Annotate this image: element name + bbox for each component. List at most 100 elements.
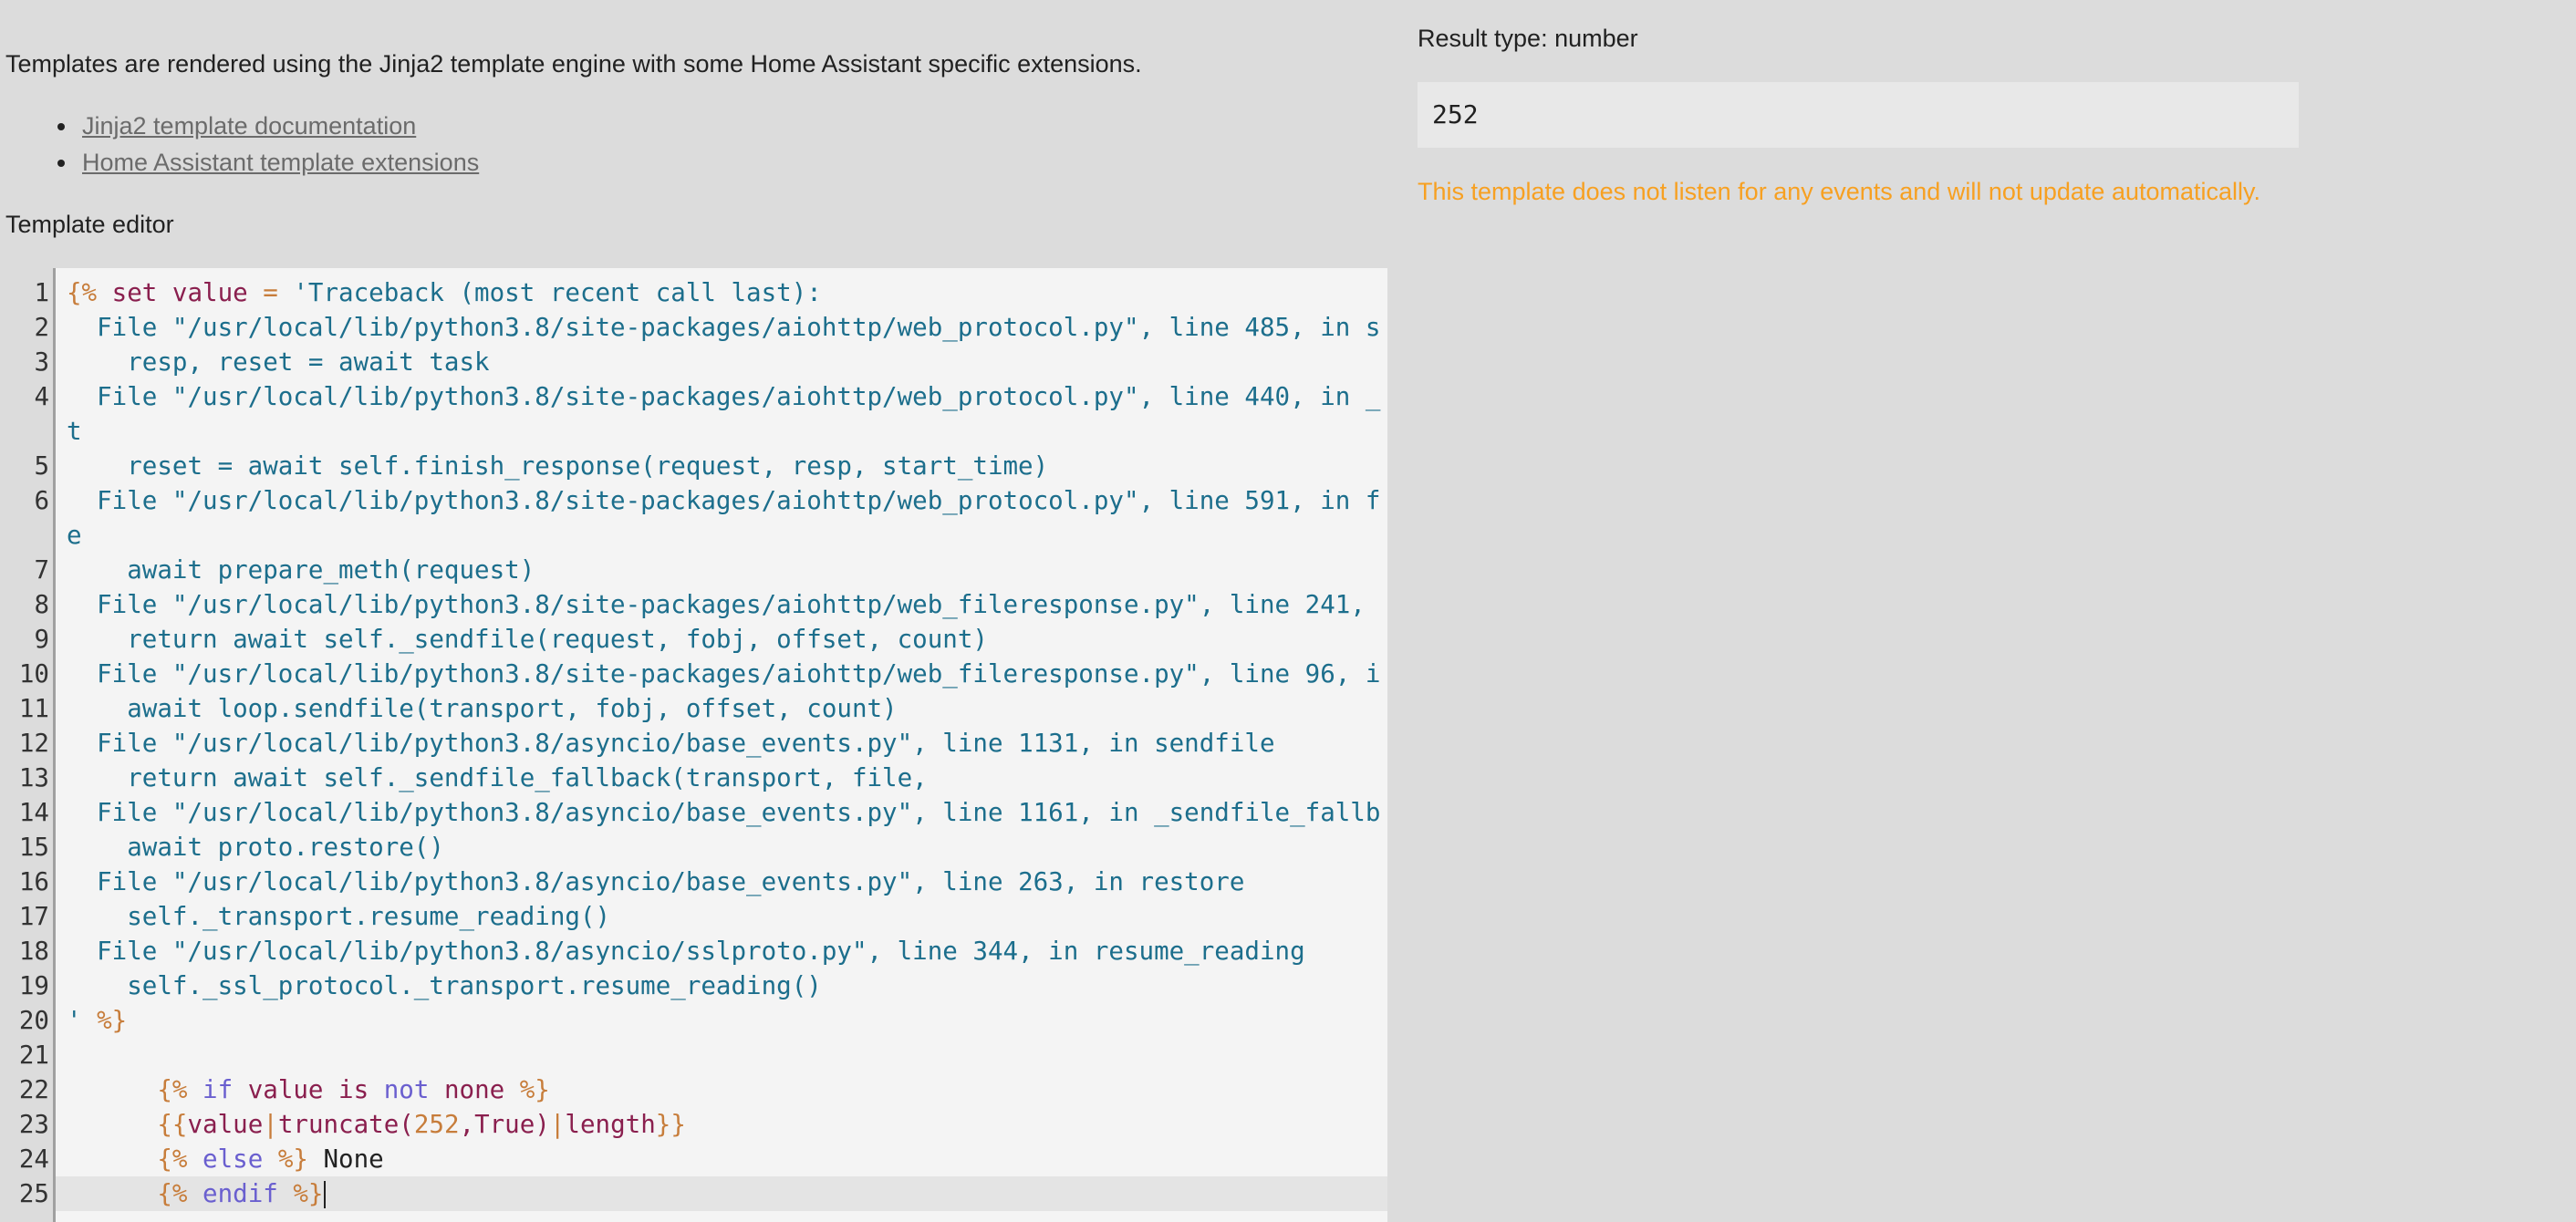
code-token: | (549, 1110, 566, 1139)
code-area[interactable]: 1 {% set value = 'Traceback (most recent … (19, 275, 1387, 1211)
code-token: endif (187, 1179, 294, 1208)
line-number: 20 (18, 1006, 49, 1035)
code-token: File "/usr/local/lib/python3.8/asyncio/b… (67, 867, 1245, 896)
code-line-text: return await self._sendfile(request, fob… (56, 622, 1387, 657)
code-line[interactable]: 14 File "/usr/local/lib/python3.8/asynci… (19, 795, 1387, 830)
code-line-text: resp, reset = await task (56, 345, 1387, 379)
code-token: {% (157, 1144, 188, 1174)
code-line[interactable]: 17 self._transport.resume_reading() (19, 899, 1387, 934)
code-line-text: File "/usr/local/lib/python3.8/asyncio/b… (56, 795, 1387, 830)
code-token: {% (157, 1179, 188, 1208)
code-line[interactable]: 22 {% if value is not none %} (19, 1072, 1387, 1107)
code-token: reset = await self.finish_response(reque… (67, 451, 1049, 481)
line-number: 2 (34, 313, 49, 342)
line-number: 6 (34, 486, 49, 515)
result-output: 252 (1418, 82, 2299, 148)
code-token: truncate( (277, 1110, 414, 1139)
code-token: File "/usr/local/lib/python3.8/asyncio/b… (67, 729, 1275, 758)
code-token: ,True) (459, 1110, 550, 1139)
ha-template-extensions-link[interactable]: Home Assistant template extensions (82, 149, 479, 176)
code-line[interactable]: 1 {% set value = 'Traceback (most recent … (34, 275, 1387, 310)
code-token: File "/usr/local/lib/python3.8/asyncio/b… (67, 798, 1381, 827)
code-line[interactable]: 20 ' %} (19, 1003, 1387, 1038)
code-line[interactable]: 2 File "/usr/local/lib/python3.8/site-pa… (34, 310, 1387, 345)
code-token: set value (97, 278, 264, 307)
code-token: return await self._sendfile(request, fob… (67, 625, 988, 654)
code-line-text: await loop.sendfile(transport, fobj, off… (56, 691, 1387, 726)
line-number: 9 (34, 625, 49, 654)
code-token: File "/usr/local/lib/python3.8/asyncio/s… (67, 937, 1305, 966)
code-line[interactable]: 19 self._ssl_protocol._transport.resume_… (19, 968, 1387, 1003)
code-token: {% (157, 1075, 188, 1104)
code-token: not (383, 1075, 444, 1104)
code-line[interactable]: 13 return await self._sendfile_fallback(… (19, 761, 1387, 795)
code-line-text: reset = await self.finish_response(reque… (56, 449, 1387, 483)
text-cursor (323, 1181, 326, 1208)
code-line[interactable]: 24 {% else %} None (19, 1142, 1387, 1176)
list-item: Home Assistant template extensions (78, 144, 479, 181)
code-line-text: self._ssl_protocol._transport.resume_rea… (56, 968, 1387, 1003)
code-token: {{ (157, 1110, 188, 1139)
code-line[interactable]: 6 File "/usr/local/lib/python3.8/site-pa… (34, 483, 1387, 553)
code-token: = (263, 278, 278, 307)
code-line-text: ' %} (56, 1003, 1387, 1038)
code-token: self._transport.resume_reading() (67, 902, 611, 931)
code-line-text: File "/usr/local/lib/python3.8/site-pack… (56, 310, 1387, 345)
code-line[interactable]: 9 return await self._sendfile(request, f… (34, 622, 1387, 657)
code-token: return await self._sendfile_fallback(tra… (67, 763, 928, 792)
template-editor-label: Template editor (5, 211, 174, 238)
code-token: File "/usr/local/lib/python3.8/site-pack… (67, 313, 1381, 342)
code-line[interactable]: 3 resp, reset = await task (34, 345, 1387, 379)
code-line[interactable]: 25 {% endif %} (19, 1176, 1387, 1211)
line-number: 8 (34, 590, 49, 619)
line-number: 22 (18, 1075, 49, 1104)
code-line[interactable]: 18 File "/usr/local/lib/python3.8/asynci… (19, 934, 1387, 968)
code-line[interactable]: 21 (19, 1038, 1387, 1072)
code-token: ' (67, 1006, 98, 1035)
code-token: }} (655, 1110, 686, 1139)
code-line-text: File "/usr/local/lib/python3.8/site-pack… (56, 587, 1387, 622)
line-number: 7 (34, 555, 49, 585)
line-number: 21 (18, 1041, 49, 1070)
code-token: 252 (413, 1110, 460, 1139)
doc-links: Jinja2 template documentation Home Assis… (5, 108, 479, 181)
code-line[interactable]: 12 File "/usr/local/lib/python3.8/asynci… (19, 726, 1387, 761)
code-line-text: {% endif %} (56, 1176, 1387, 1211)
code-line-text: File "/usr/local/lib/python3.8/site-pack… (56, 483, 1387, 553)
code-line[interactable]: 11 await loop.sendfile(transport, fobj, … (19, 691, 1387, 726)
code-line-text: {{value|truncate(252,True)|length}} (56, 1107, 1387, 1142)
line-number: 13 (18, 763, 49, 792)
line-number: 12 (18, 729, 49, 758)
code-token: else (187, 1144, 278, 1174)
code-token: %} (519, 1075, 550, 1104)
code-line-text: File "/usr/local/lib/python3.8/site-pack… (56, 379, 1387, 449)
line-number: 25 (18, 1179, 49, 1208)
code-token: File "/usr/local/lib/python3.8/site-pack… (67, 659, 1381, 689)
line-number: 15 (18, 833, 49, 862)
code-line-text: return await self._sendfile_fallback(tra… (56, 761, 1387, 795)
result-type-label: Result type: number (1418, 25, 1638, 52)
code-token: self._ssl_protocol._transport.resume_rea… (67, 971, 822, 1000)
line-number: 17 (18, 902, 49, 931)
code-line[interactable]: 16 File "/usr/local/lib/python3.8/asynci… (19, 865, 1387, 899)
code-line[interactable]: 4 File "/usr/local/lib/python3.8/site-pa… (34, 379, 1387, 449)
code-line-text: await prepare_meth(request) (56, 553, 1387, 587)
jinja2-docs-link[interactable]: Jinja2 template documentation (82, 112, 416, 140)
code-token: value (247, 1075, 339, 1104)
code-line[interactable]: 5 reset = await self.finish_response(req… (34, 449, 1387, 483)
line-number: 16 (18, 867, 49, 896)
template-editor[interactable]: 1 {% set value = 'Traceback (most recent … (5, 268, 1387, 1222)
code-token: File "/usr/local/lib/python3.8/site-pack… (67, 382, 1381, 446)
code-line[interactable]: 8 File "/usr/local/lib/python3.8/site-pa… (34, 587, 1387, 622)
code-line-text: self._transport.resume_reading() (56, 899, 1387, 934)
code-token: await prepare_meth(request) (67, 555, 535, 585)
code-line-text: File "/usr/local/lib/python3.8/asyncio/b… (56, 726, 1387, 761)
code-line[interactable]: 23 {{value|truncate(252,True)|length}} (19, 1107, 1387, 1142)
code-line[interactable]: 7 await prepare_meth(request) (34, 553, 1387, 587)
line-number: 1 (34, 278, 49, 307)
code-line[interactable]: 10 File "/usr/local/lib/python3.8/site-p… (19, 657, 1387, 691)
code-line-text: {% else %} None (56, 1142, 1387, 1176)
code-line[interactable]: 15 await proto.restore() (19, 830, 1387, 865)
